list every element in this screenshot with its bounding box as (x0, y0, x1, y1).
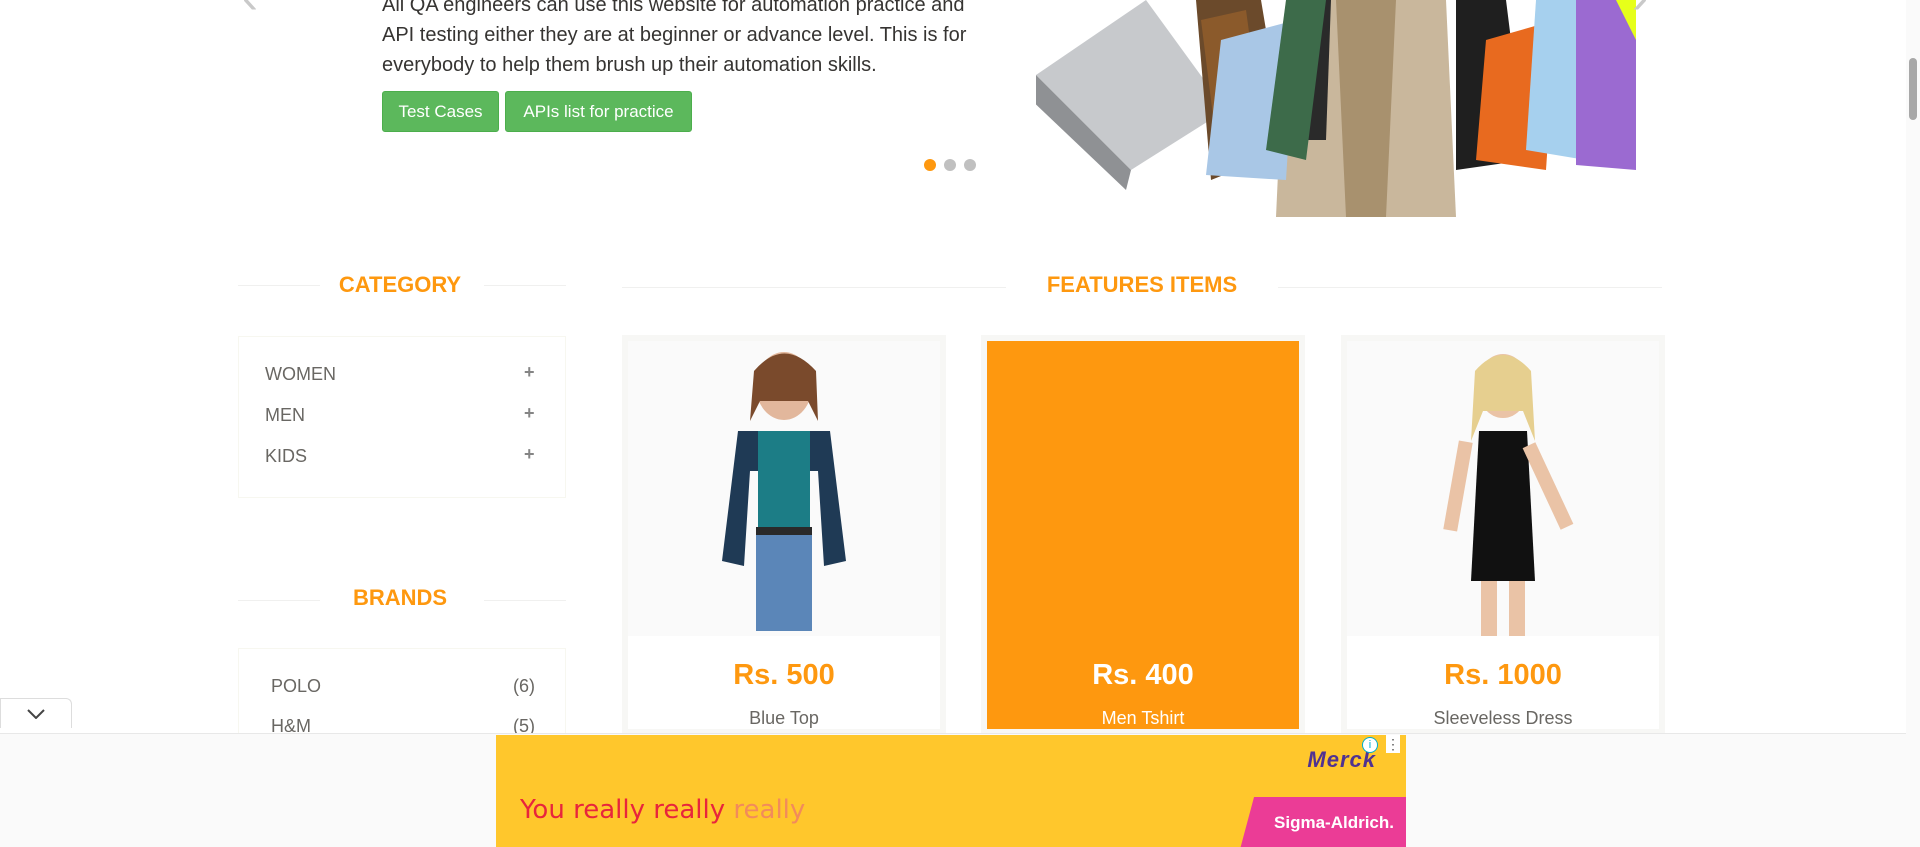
chevron-down-icon (27, 708, 45, 719)
product-image (1347, 341, 1659, 636)
ad-headline: You really really really (520, 795, 805, 825)
carousel-indicator-1[interactable] (924, 159, 936, 171)
product-name: Men Tshirt (1101, 708, 1185, 728)
product-price: Rs. 500 (733, 659, 835, 691)
expand-plus-icon[interactable]: + (524, 403, 535, 424)
features-items-title: FEATURES ITEMS (1046, 272, 1238, 297)
description-line: everybody to help them brush up their au… (382, 54, 877, 76)
page-scrollbar[interactable] (1906, 0, 1920, 847)
apis-list-button[interactable]: APIs list for practice (505, 91, 692, 132)
carousel-indicator-3[interactable] (964, 159, 976, 171)
ad-sub-brand: Sigma-Aldrich. (1274, 813, 1394, 832)
product-image (628, 341, 940, 636)
product-price: Rs. 1000 (1444, 659, 1562, 691)
carousel-indicator-2[interactable] (944, 159, 956, 171)
info-icon[interactable]: i (1362, 737, 1378, 753)
more-vertical-icon[interactable]: ⋮ (1386, 735, 1400, 753)
carousel-description: All QA engineers can use this website fo… (382, 0, 992, 80)
category-item-kids[interactable]: KIDS (265, 446, 307, 467)
carousel-next-icon[interactable]: › (1632, 0, 1648, 22)
divider (1278, 287, 1662, 288)
product-card[interactable]: Rs. 400 Men Tshirt (981, 335, 1305, 735)
divider (238, 600, 320, 601)
product-price: Rs. 400 (1092, 659, 1194, 691)
divider (484, 600, 566, 601)
ad-collapse-button[interactable] (0, 698, 72, 728)
brands-title: BRANDS (352, 585, 448, 610)
scrollbar-thumb[interactable] (1909, 58, 1917, 120)
product-name: Blue Top (749, 708, 819, 728)
product-name: Sleeveless Dress (1433, 708, 1573, 728)
slider-carousel: ‹ All QA engineers can use this website … (0, 0, 1920, 217)
hero-image (1036, 0, 1636, 217)
category-item-women[interactable]: WOMEN (265, 364, 336, 385)
brand-item-polo[interactable]: POLO (271, 676, 321, 697)
category-panel: WOMEN + MEN + KIDS + (238, 336, 566, 498)
description-line: All QA engineers can use this website fo… (382, 0, 965, 16)
carousel-prev-icon[interactable]: ‹ (242, 0, 258, 22)
category-title: CATEGORY (338, 272, 462, 297)
divider (238, 285, 320, 286)
description-line: API testing either they are at beginner … (382, 24, 967, 46)
test-cases-button[interactable]: Test Cases (382, 91, 499, 132)
ad-banner[interactable]: You really really really Merck Sigma-Ald… (496, 735, 1406, 847)
ad-text-part: You really (520, 795, 654, 825)
product-card[interactable]: Rs. 500 Blue Top (622, 335, 946, 735)
carousel-indicators (924, 159, 976, 171)
category-item-men[interactable]: MEN (265, 405, 305, 426)
ad-text-part: really (733, 795, 806, 825)
expand-plus-icon[interactable]: + (524, 444, 535, 465)
expand-plus-icon[interactable]: + (524, 362, 535, 383)
brand-count: (6) (513, 676, 535, 696)
divider (622, 287, 1006, 288)
product-card[interactable]: Rs. 1000 Sleeveless Dress (1341, 335, 1665, 735)
divider (484, 285, 566, 286)
ad-text-part: really (653, 795, 734, 825)
